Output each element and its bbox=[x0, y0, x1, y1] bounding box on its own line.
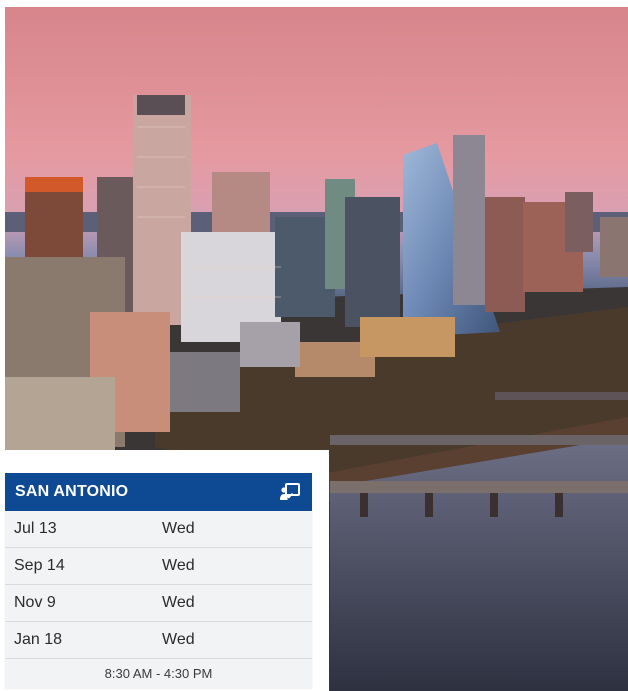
schedule-card-header: SAN ANTONIO bbox=[5, 473, 312, 511]
session-day: Wed bbox=[162, 557, 195, 574]
session-time: 8:30 AM - 4:30 PM bbox=[104, 666, 213, 681]
session-date: Jan 18 bbox=[14, 631, 63, 648]
session-date: Jul 13 bbox=[14, 520, 57, 537]
session-date: Sep 14 bbox=[14, 557, 65, 574]
session-day: Wed bbox=[162, 520, 195, 537]
schedule-card: SAN ANTONIO Jul 13 Wed Sep 14 Wed Nov 9 … bbox=[5, 473, 312, 689]
schedule-row: Jan 18 Wed bbox=[5, 622, 312, 659]
city-title: SAN ANTONIO bbox=[15, 483, 129, 500]
session-date: Nov 9 bbox=[14, 594, 56, 611]
session-day: Wed bbox=[162, 594, 195, 611]
session-day: Wed bbox=[162, 631, 195, 648]
schedule-row: Jul 13 Wed bbox=[5, 511, 312, 548]
schedule-row: Nov 9 Wed bbox=[5, 585, 312, 622]
schedule-row: Sep 14 Wed bbox=[5, 548, 312, 585]
presentation-icon[interactable] bbox=[279, 482, 301, 502]
